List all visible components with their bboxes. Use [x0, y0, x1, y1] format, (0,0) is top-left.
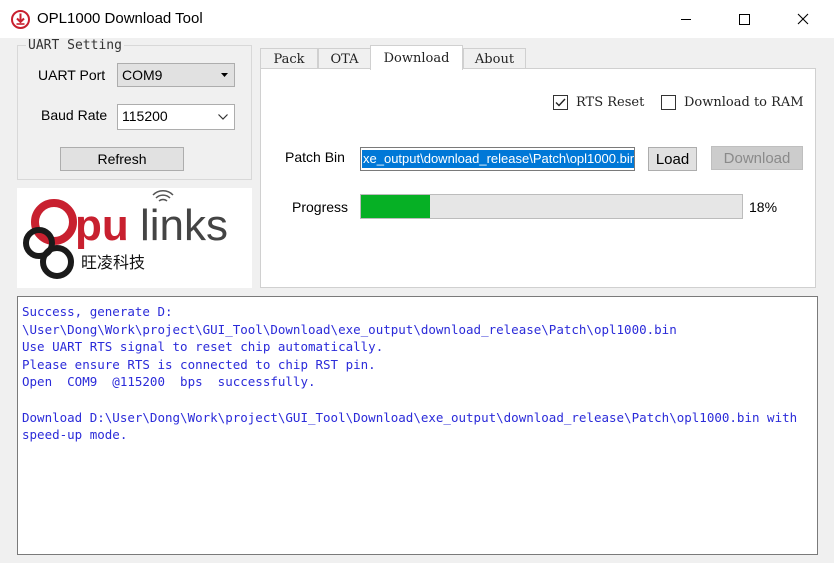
log-line: Download D:\User\Dong\Work\project\GUI_T…	[22, 409, 798, 425]
progress-bar-fill	[361, 195, 430, 218]
opulinks-logo: pu links 旺凌科技	[17, 188, 252, 288]
rts-reset-checkbox[interactable]	[553, 95, 568, 110]
patch-bin-input[interactable]: xe_output\download_release\Patch\opl1000…	[360, 147, 635, 171]
title-bar: OPL1000 Download Tool	[0, 0, 834, 38]
patch-bin-label: Patch Bin	[285, 149, 345, 165]
log-line: Use UART RTS signal to reset chip automa…	[22, 339, 384, 355]
logo-chinese-text: 旺凌科技	[81, 255, 146, 272]
checkmark-icon	[555, 98, 566, 107]
log-line: \User\Dong\Work\project\GUI_Tool\Downloa…	[22, 321, 677, 337]
close-icon	[797, 13, 809, 25]
tab-about-label: About	[474, 51, 515, 67]
progress-percent: 18%	[749, 199, 778, 215]
baud-rate-select[interactable]: 115200	[117, 104, 235, 130]
tab-download-label: Download	[383, 50, 450, 66]
tab-ota[interactable]: OTA	[318, 48, 371, 69]
baud-rate-label: Baud Rate	[41, 107, 108, 123]
baud-rate-value: 115200	[122, 108, 168, 124]
tab-download[interactable]: Download	[370, 45, 463, 70]
rts-reset-label: RTS Reset	[576, 95, 645, 110]
svg-text:pu: pu	[75, 201, 129, 250]
minimize-button[interactable]	[657, 0, 715, 38]
dropdown-arrow-icon	[221, 73, 228, 77]
tab-pack-label: Pack	[273, 51, 305, 67]
window-title: OPL1000 Download Tool	[37, 10, 203, 27]
opulinks-logo-graphic: pu links	[23, 190, 228, 279]
close-button[interactable]	[774, 0, 832, 38]
download-to-ram-checkbox[interactable]	[661, 95, 676, 110]
log-output[interactable]: Success, generate D: \User\Dong\Work\proj…	[17, 296, 818, 555]
download-arrow-icon	[11, 10, 30, 29]
chevron-down-icon	[218, 114, 228, 120]
log-line: Please ensure RTS is connected to chip R…	[22, 356, 376, 372]
svg-text:links: links	[140, 201, 228, 250]
tab-pack[interactable]: Pack	[260, 48, 318, 69]
progress-bar	[360, 194, 743, 219]
uart-port-select[interactable]: COM9	[117, 63, 235, 87]
load-button[interactable]: Load	[648, 147, 697, 171]
patch-bin-value: xe_output\download_release\Patch\opl1000…	[362, 150, 635, 168]
tab-about[interactable]: About	[463, 48, 526, 69]
uart-setting-title: UART Setting	[26, 38, 124, 53]
log-line: speed-up mode.	[22, 427, 128, 443]
log-line: Open COM9 @115200 bps successfully.	[22, 374, 316, 390]
progress-label: Progress	[292, 199, 349, 215]
download-button[interactable]: Download	[711, 146, 803, 170]
load-label: Load	[655, 150, 690, 168]
download-to-ram-label: Download to RAM	[684, 95, 804, 110]
log-line: Success, generate D:	[22, 304, 173, 319]
uart-port-value: COM9	[122, 67, 163, 83]
refresh-label: Refresh	[97, 151, 147, 167]
download-label: Download	[723, 149, 791, 167]
uart-port-label: UART Port	[38, 67, 106, 83]
maximize-button[interactable]	[715, 0, 773, 38]
maximize-icon	[739, 14, 750, 25]
minimize-icon	[681, 19, 691, 20]
refresh-button[interactable]: Refresh	[60, 147, 184, 171]
tab-ota-label: OTA	[330, 51, 359, 67]
